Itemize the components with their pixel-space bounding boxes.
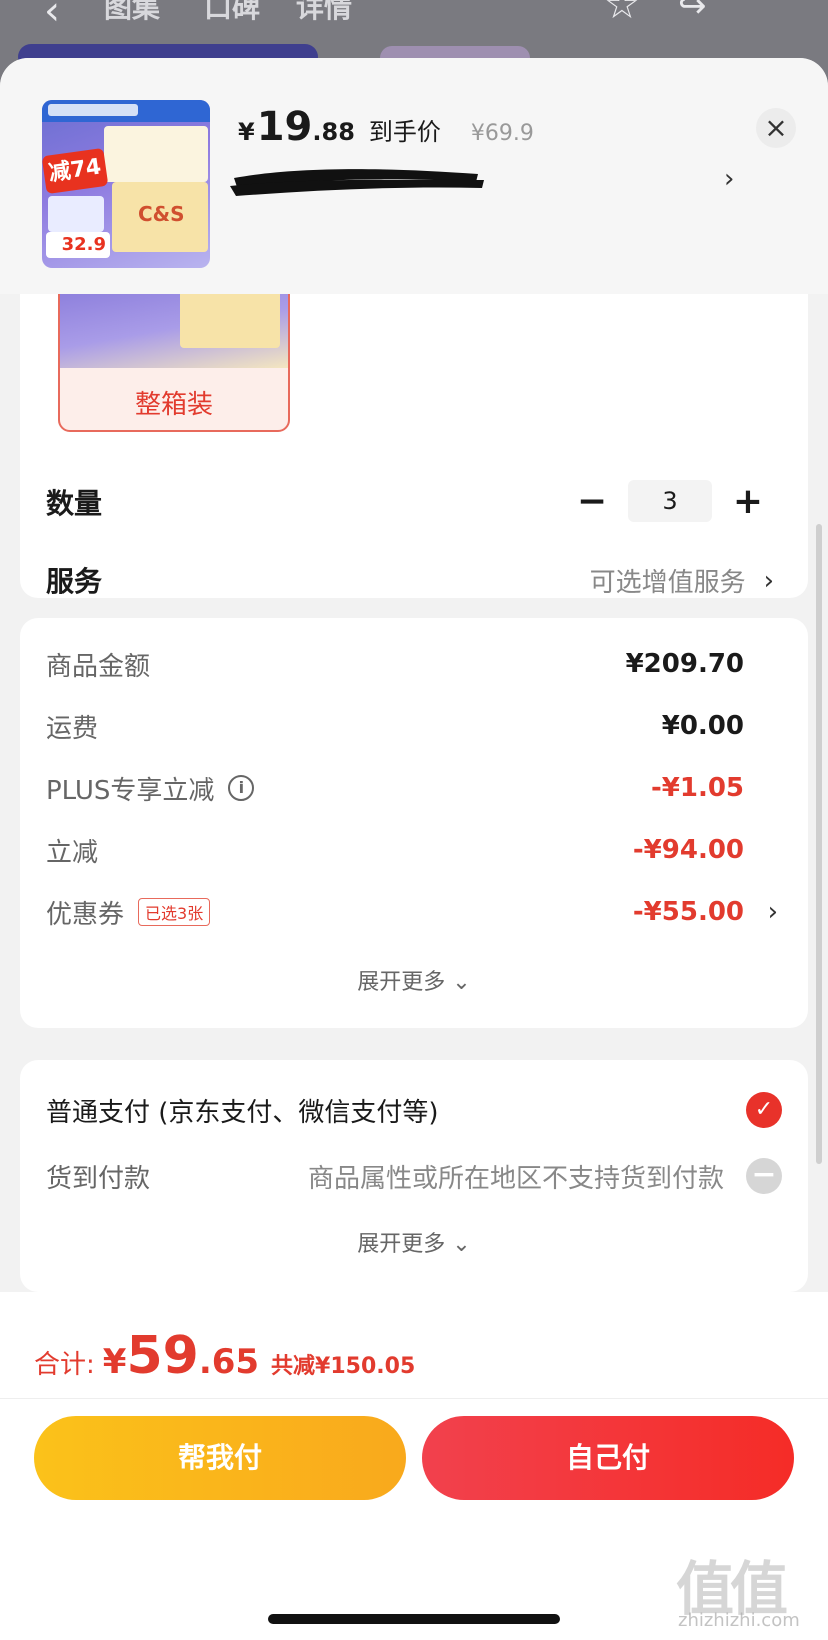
background-nav: ‹ 图集 口碑 详情 ☆ ↪ ··· [0,0,828,40]
favorite-icon: ☆ [604,0,640,28]
thumb-discount-tag: 减74 [42,147,109,195]
goods-amount-row: 商品金额 ¥209.70 [46,644,782,684]
payment-cod-label: 货到付款 [46,1163,151,1194]
payment-option-normal[interactable]: 普通支付 (京东支付、微信支付等) ✓ [46,1090,782,1130]
checkout-footer: 合计: ¥ 59 .65 共减¥150.05 帮我付 自己付 值值值 zhizh… [0,1292,828,1640]
home-indicator[interactable] [268,1614,560,1624]
quantity-label: 数量 [46,487,103,520]
chevron-down-icon: ⌄ [452,970,471,995]
scrollbar[interactable] [816,524,822,1164]
coupon-label-wrap: 优惠券 已选3张 [46,894,211,931]
decrease-button[interactable]: − [572,481,612,522]
plus-discount-value: -¥1.05 [650,773,744,803]
goods-amount-value: ¥209.70 [625,649,744,679]
coupon-value: -¥55.00 [632,897,744,927]
tab-reviews: 口碑 [204,0,261,24]
total-savings: 共减¥150.05 [271,1354,416,1379]
tab-gallery: 图集 [104,0,161,24]
disabled-icon: − [746,1158,782,1194]
close-button[interactable]: × [756,108,796,148]
payment-method-card: 普通支付 (京东支付、微信支付等) ✓ 货到付款 商品属性或所在地区不支持货到付… [20,1060,808,1292]
check-icon[interactable]: ✓ [746,1092,782,1128]
increase-button[interactable]: + [728,481,768,522]
service-value: 可选增值服务 [589,568,746,598]
info-icon[interactable]: i [228,775,255,801]
self-pay-button[interactable]: 自己付 [422,1416,794,1500]
instant-discount-label: 立减 [46,837,99,868]
service-row[interactable]: 服务 可选增值服务 › [46,558,782,602]
plus-discount-label-wrap: PLUS专享立减 i [46,770,255,807]
price-tag: 到手价 [368,118,441,146]
quantity-stepper: − 3 + [572,480,768,522]
coupon-label: 优惠券 [46,899,125,930]
back-icon: ‹ [44,0,60,34]
divider [0,1398,828,1399]
expand-more-payments[interactable]: 展开更多 ⌄ [20,1226,808,1258]
shipping-value: ¥0.00 [661,711,744,741]
service-label: 服务 [46,565,103,598]
total-integer: 59 [126,1326,199,1386]
plus-discount-label: PLUS专享立减 [46,775,215,806]
thumb-brand: C&S [138,202,185,226]
payment-cod-note: 商品属性或所在地区不支持货到付款 [307,1163,724,1194]
total-label: 合计: [34,1350,95,1380]
goods-amount-label: 商品金额 [46,651,151,682]
total-decimal: .65 [198,1342,260,1382]
price-decimal: .88 [312,118,355,146]
total-currency: ¥ [102,1342,127,1382]
plus-discount-row: PLUS专享立减 i -¥1.05 [46,768,782,808]
spec-option-label: 整箱装 [134,390,213,420]
redaction-scribble [230,169,484,196]
amount-card: 商品金额 ¥209.70 运费 ¥0.00 PLUS专享立减 i -¥1.05 … [20,618,808,1028]
chevron-right-icon: › [763,565,774,596]
coupon-row[interactable]: 优惠券 已选3张 -¥55.00 › [46,892,782,932]
shipping-row: 运费 ¥0.00 [46,706,782,746]
price-currency: ¥ [238,118,255,146]
payment-normal-label: 普通支付 (京东支付、微信支付等) [46,1097,439,1128]
instant-discount-value: -¥94.00 [632,835,744,865]
payment-option-cod: 货到付款 商品属性或所在地区不支持货到付款 − [46,1156,782,1196]
tab-details: 详情 [296,0,353,24]
total-amount: 合计: ¥ 59 .65 共减¥150.05 [34,1326,415,1386]
service-selector[interactable]: 可选增值服务 › [590,562,774,599]
expand-more-label: 展开更多 [357,1232,446,1257]
product-detail-chevron-icon[interactable]: › [724,164,734,194]
expand-more-label: 展开更多 [357,970,446,995]
quantity-row: 数量 − 3 + [46,480,782,524]
product-thumbnail: 减74 C&S 32.9 [42,100,210,268]
more-icon: ··· [756,0,796,17]
expand-more-amounts[interactable]: 展开更多 ⌄ [20,964,808,996]
help-pay-button[interactable]: 帮我付 [34,1416,406,1500]
quantity-input[interactable]: 3 [628,480,712,522]
original-price: ¥69.9 [470,121,534,146]
product-header: 减74 C&S 32.9 ¥ 19 .88 到手价 ¥69.9 › × [0,58,828,294]
thumb-price: 32.9 [46,232,110,258]
shipping-label: 运费 [46,713,99,744]
chevron-down-icon: ⌄ [452,1232,471,1257]
chevron-right-icon: › [767,897,778,927]
price-integer: 19 [256,104,313,150]
coupon-badge: 已选3张 [138,898,211,926]
price-line: ¥ 19 .88 到手价 ¥69.9 [238,104,534,150]
share-icon: ↪ [678,0,707,26]
instant-discount-row: 立减 -¥94.00 [46,830,782,870]
watermark-url: zhizhizhi.com [678,1610,800,1631]
